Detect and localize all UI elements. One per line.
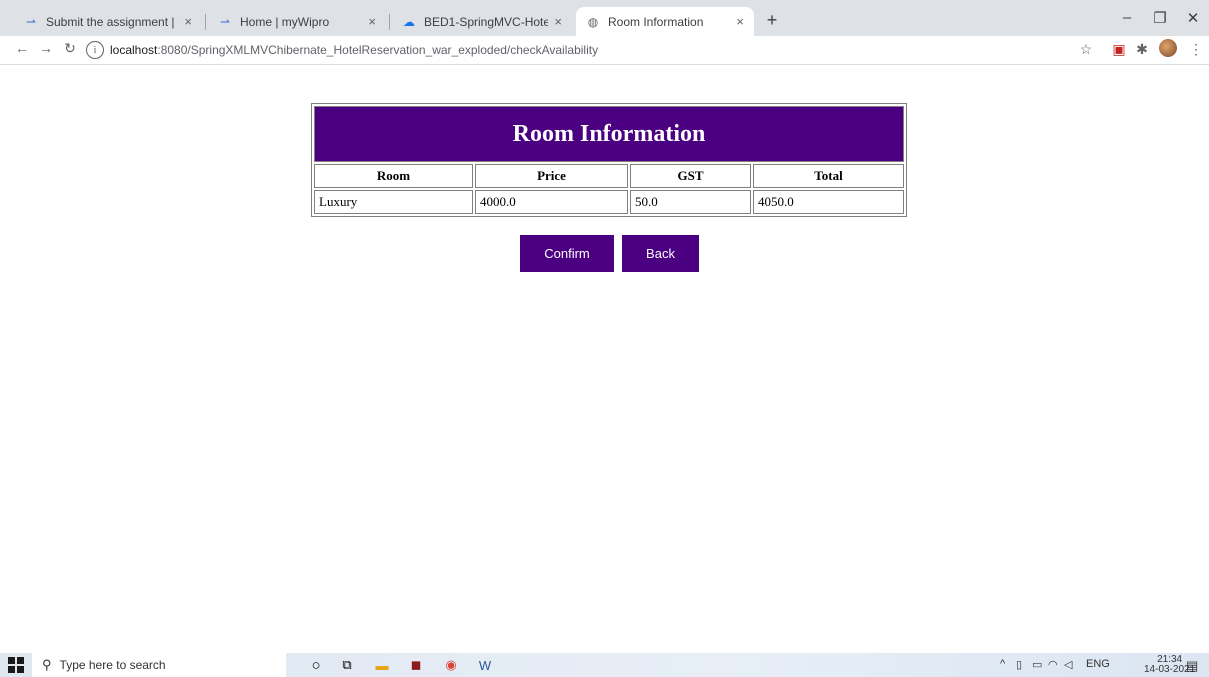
task-view-icon[interactable]: ⧉ xyxy=(336,655,358,675)
file-explorer-icon[interactable]: ▬ xyxy=(371,655,393,675)
room-information-table: Room Information Room Price GST Total Lu… xyxy=(311,103,907,217)
extensions-puzzle-icon[interactable]: ✱ xyxy=(1133,41,1151,58)
minimize-icon[interactable]: – xyxy=(1112,9,1142,26)
back-arrow-icon[interactable]: ← xyxy=(12,40,32,56)
table-caption: Room Information xyxy=(314,106,904,162)
restore-icon[interactable]: ❐ xyxy=(1145,9,1175,27)
close-tab-icon[interactable]: × xyxy=(368,14,376,29)
info-icon[interactable]: i xyxy=(86,41,104,59)
page-content: Room Information Room Price GST Total Lu… xyxy=(0,65,1209,653)
menu-kebab-icon[interactable]: ⋮ xyxy=(1187,41,1205,58)
action-buttons: Confirm Back xyxy=(520,235,699,272)
close-tab-icon[interactable]: × xyxy=(554,14,562,29)
confirm-button[interactable]: Confirm xyxy=(520,235,614,272)
intellij-icon[interactable]: ◼ xyxy=(405,655,427,675)
back-button[interactable]: Back xyxy=(622,235,699,272)
language-indicator[interactable]: ENG xyxy=(1086,658,1110,670)
tab-title: Submit the assignment | Topgear xyxy=(46,14,178,29)
profile-avatar[interactable] xyxy=(1159,39,1177,57)
tab-separator xyxy=(205,14,206,30)
address-bar[interactable]: i localhost :8080/SpringXMLMVChibernate_… xyxy=(86,39,1066,61)
header-price: Price xyxy=(475,164,628,188)
mywipro-icon: ⇀ xyxy=(219,14,231,29)
table-row: Luxury 4000.0 50.0 4050.0 xyxy=(314,190,904,214)
tray-app-icon[interactable]: ▯ xyxy=(1016,658,1022,671)
tab-title: BED1-SpringMVC-HotelReservati xyxy=(424,14,549,29)
header-gst: GST xyxy=(630,164,751,188)
cell-price: 4000.0 xyxy=(475,190,628,214)
cell-gst: 50.0 xyxy=(630,190,751,214)
topgear-icon: ⇀ xyxy=(25,14,37,29)
tab-separator xyxy=(389,14,390,30)
windows-taskbar: ⚲ Type here to search ○ ⧉ ▬ ◼ ◉ W ^ ▯ ▭ … xyxy=(0,653,1209,677)
close-tab-icon[interactable]: × xyxy=(736,14,744,29)
tab-title: Room Information xyxy=(608,14,704,29)
volume-icon[interactable]: ◁ xyxy=(1064,658,1072,671)
new-tab-button[interactable]: + xyxy=(760,9,784,33)
tab-strip: ⇀ Submit the assignment | Topgear × ⇀ Ho… xyxy=(0,0,1209,36)
taskbar-search-box[interactable]: ⚲ Type here to search xyxy=(32,653,286,677)
tray-chevron-icon[interactable]: ^ xyxy=(1000,658,1005,670)
header-total: Total xyxy=(753,164,904,188)
search-icon: ⚲ xyxy=(42,657,52,672)
wifi-icon[interactable]: ◠ xyxy=(1048,658,1058,671)
close-tab-icon[interactable]: × xyxy=(184,14,192,29)
url-path: :8080/SpringXMLMVChibernate_HotelReserva… xyxy=(157,43,599,57)
browser-toolbar: ← → ↻ i localhost :8080/SpringXMLMVChibe… xyxy=(0,36,1209,65)
notification-icon[interactable]: ▤ xyxy=(1186,658,1198,674)
tab-topgear[interactable]: ⇀ Submit the assignment | Topgear × xyxy=(14,7,202,36)
cell-total: 4050.0 xyxy=(753,190,904,214)
close-window-icon[interactable]: ✕ xyxy=(1178,9,1208,27)
forward-arrow-icon[interactable]: → xyxy=(36,40,56,56)
battery-icon[interactable]: ▭ xyxy=(1032,658,1042,671)
cell-room: Luxury xyxy=(314,190,473,214)
reload-icon[interactable]: ↻ xyxy=(60,40,80,57)
search-placeholder: Type here to search xyxy=(59,658,166,672)
bookmark-star-icon[interactable]: ☆ xyxy=(1077,41,1095,58)
tab-title: Home | myWipro xyxy=(240,14,330,29)
chrome-icon[interactable]: ◉ xyxy=(440,655,462,675)
cloud-icon: ☁ xyxy=(403,14,415,29)
tab-mywipro[interactable]: ⇀ Home | myWipro × xyxy=(208,7,386,36)
tab-room-information[interactable]: ◍ Room Information × xyxy=(576,7,754,36)
cortana-icon[interactable]: ○ xyxy=(305,655,327,675)
word-icon[interactable]: W xyxy=(474,655,496,675)
table-header-row: Room Price GST Total xyxy=(314,164,904,188)
pocket-extension-icon[interactable]: ▣ xyxy=(1110,41,1128,58)
windows-start-icon[interactable] xyxy=(8,657,24,673)
header-room: Room xyxy=(314,164,473,188)
tab-springmvc[interactable]: ☁ BED1-SpringMVC-HotelReservati × xyxy=(392,7,572,36)
url-host: localhost xyxy=(110,43,158,57)
globe-icon: ◍ xyxy=(587,14,599,29)
